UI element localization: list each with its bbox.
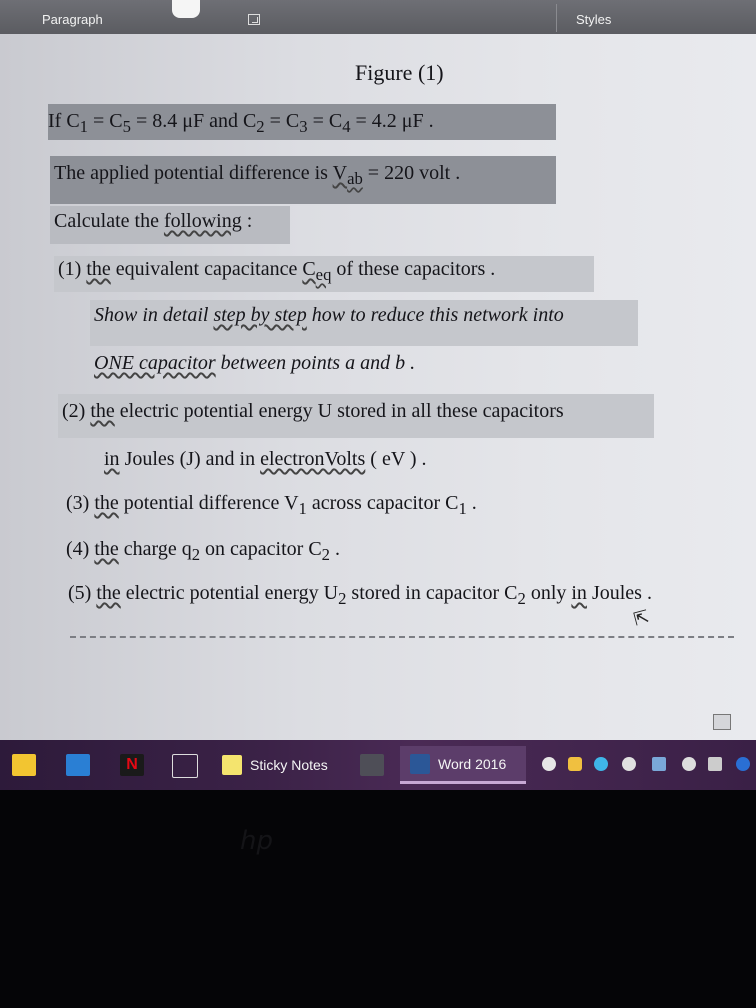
styles-group-label: Styles (576, 12, 612, 27)
tray-settings-icon[interactable] (682, 757, 696, 771)
laptop-bezel (0, 790, 756, 1008)
figure-title: Figure (1) (355, 60, 444, 85)
question-2-detail: in Joules (J) and in electronVolts ( eV … (104, 448, 427, 470)
windows-taskbar: N Sticky Notes Word 2016 (0, 740, 756, 790)
question-3: (3) the potential difference V1 across c… (66, 492, 477, 518)
given-capacitances-line: If C1 = C5 = 8.4 μF and C2 = C3 = C4 = 4… (48, 104, 556, 140)
question-5: (5) the electric potential energy U2 sto… (68, 582, 652, 608)
edit-icon[interactable] (172, 754, 198, 778)
question-4: (4) the charge q2 on capacitor C2 . (66, 538, 340, 564)
paragraph-group-label: Paragraph (42, 12, 103, 27)
tray-circle-icon[interactable] (542, 757, 556, 771)
question-1: (1) the equivalent capacitance Ceq of th… (54, 256, 594, 292)
taskbar-sticky-notes[interactable]: Sticky Notes (222, 746, 340, 784)
question-1-detail-a: Show in detail step by step how to reduc… (90, 300, 638, 346)
tray-network-icon[interactable] (652, 757, 666, 771)
sticky-notes-icon (222, 755, 242, 775)
taskbar-word-2016[interactable]: Word 2016 (400, 746, 526, 784)
paragraph-dialog-launcher-icon[interactable] (248, 14, 260, 25)
netflix-icon[interactable]: N (120, 754, 144, 776)
ribbon: Paragraph Styles (0, 0, 756, 34)
mail-icon[interactable] (66, 754, 90, 776)
hp-logo: hp (240, 826, 273, 856)
mouse-pointer-icon: ⇱ (631, 606, 652, 631)
calculate-heading: Calculate the following : (50, 206, 290, 244)
tray-shield-icon[interactable] (594, 757, 608, 771)
read-mode-icon[interactable] (713, 714, 731, 730)
tray-display-icon[interactable] (708, 757, 722, 771)
ebook-reader-icon[interactable] (360, 754, 384, 776)
document-canvas[interactable]: Figure (1) If C1 = C5 = 8.4 μF and C2 = … (0, 34, 756, 740)
question-1-detail-b: ONE capacitor between points a and b . (94, 352, 416, 374)
tray-bluetooth-icon[interactable] (736, 757, 750, 771)
dashed-divider (70, 636, 734, 638)
store-icon[interactable] (12, 754, 36, 776)
word-icon (410, 753, 430, 774)
tray-folder-icon[interactable] (568, 757, 582, 771)
screen-glare (172, 0, 200, 18)
applied-voltage-line: The applied potential difference is Vab … (50, 156, 556, 204)
ribbon-separator (556, 4, 557, 32)
question-2: (2) the electric potential energy U stor… (58, 394, 654, 438)
tray-usb-icon[interactable] (622, 757, 636, 771)
